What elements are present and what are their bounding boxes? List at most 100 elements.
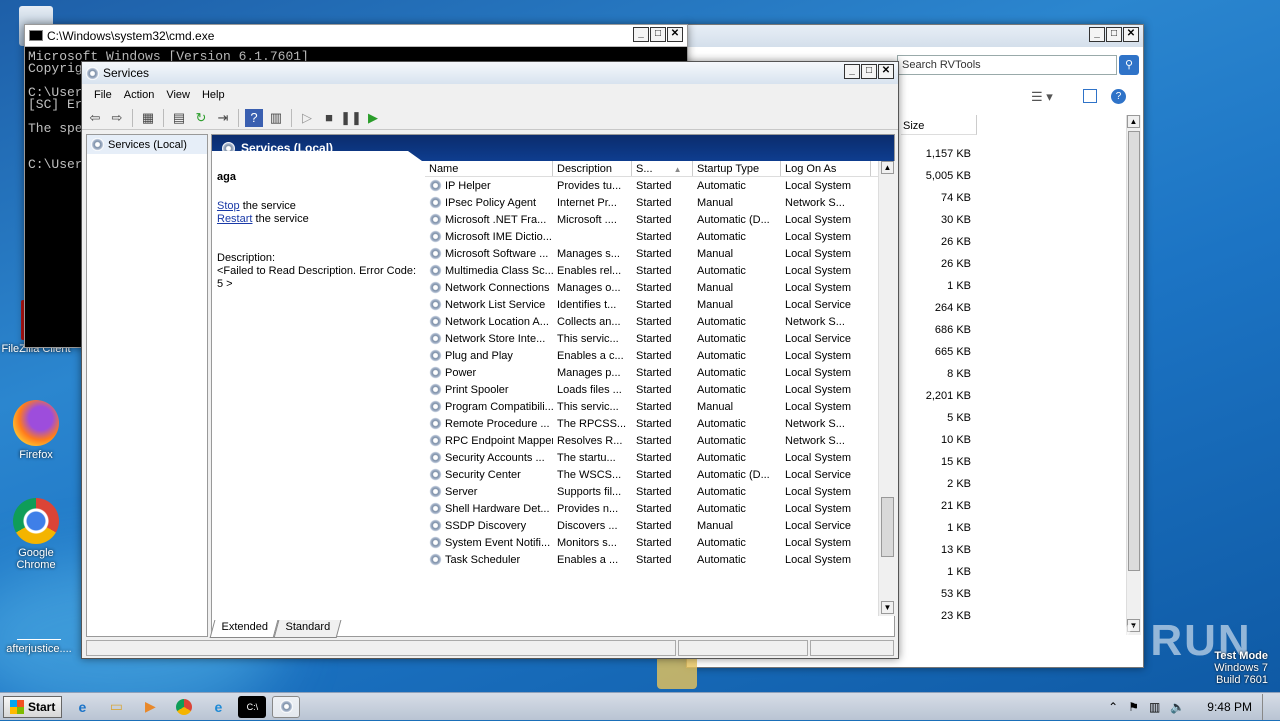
firefox-icon[interactable]: Firefox [0, 400, 72, 461]
tray-expand-icon[interactable]: ⌃ [1108, 700, 1118, 714]
table-row[interactable]: Task Scheduler Enables a ... Started Automa… [425, 551, 895, 568]
services-titlebar[interactable]: Services _ □ ✕ [82, 62, 898, 84]
table-row[interactable]: Server Supports fil... Started Automatic Loc… [425, 483, 895, 500]
table-row[interactable]: RPC Endpoint Mapper Resolves R... Started A… [425, 432, 895, 449]
media-player-taskbar-icon[interactable]: ▶ [136, 696, 164, 718]
clock[interactable]: 9:48 PM [1207, 700, 1252, 714]
console-tree-icon[interactable]: ▦ [139, 109, 157, 127]
services-taskbar-icon[interactable] [272, 695, 301, 718]
table-row[interactable]: Program Compatibili... This servic... Star… [425, 398, 895, 415]
cmd-taskbar-icon[interactable]: C:\ [238, 695, 267, 718]
rvtools-titlebar[interactable]: _ □ ✕ [687, 25, 1143, 47]
export-icon[interactable]: ⇥ [214, 109, 232, 127]
restart-service-icon[interactable]: ▶ [364, 109, 382, 127]
table-row[interactable]: Plug and Play Enables a c... Started Automa… [425, 347, 895, 364]
rvtools-scrollbar[interactable]: ▲ ▼ [1126, 115, 1141, 635]
table-row[interactable]: IPsec Policy Agent Internet Pr... Started M… [425, 194, 895, 211]
table-row[interactable]: IP Helper Provides tu... Started Automatic L… [425, 177, 895, 194]
search-icon[interactable]: ⚲ [1119, 55, 1139, 75]
service-name-cell: Security Center [425, 468, 553, 481]
table-row[interactable]: Microsoft Software ... Manages s... Starte… [425, 245, 895, 262]
file-icon[interactable]: afterjustice.... [0, 620, 78, 655]
edge-taskbar-icon[interactable]: e [204, 696, 232, 718]
chrome-taskbar-icon[interactable] [170, 696, 198, 718]
table-row[interactable]: Network Connections Manages o... Started Ma… [425, 279, 895, 296]
table-row[interactable]: System Event Notifi... Monitors s... Start… [425, 534, 895, 551]
forward-icon[interactable]: ⇨ [108, 109, 126, 127]
cmd-titlebar[interactable]: C:\Windows\system32\cmd.exe _ □ ✕ [25, 25, 687, 47]
show-desktop-button[interactable] [1262, 694, 1272, 720]
network-icon[interactable]: ▥ [1149, 700, 1160, 714]
minimize-icon[interactable]: _ [1089, 27, 1105, 42]
restart-service-link[interactable]: Restart [217, 213, 252, 225]
table-row[interactable]: Security Accounts ... The startu... Starte… [425, 449, 895, 466]
table-row[interactable]: Shell Hardware Det... Provides n... Starte… [425, 500, 895, 517]
help-icon[interactable]: ? [245, 108, 263, 127]
preview-pane-icon[interactable] [1083, 89, 1097, 103]
table-row[interactable]: Remote Procedure ... The RPCSS... Started A… [425, 415, 895, 432]
back-icon[interactable]: ⇦ [86, 109, 104, 127]
flag-icon[interactable]: ⚑ [1128, 700, 1139, 714]
service-gear-icon [429, 264, 442, 277]
size-column-header[interactable]: Size [901, 115, 977, 135]
table-row[interactable]: SSDP Discovery Discovers ... Started Manual… [425, 517, 895, 534]
menu-file[interactable]: File [88, 89, 118, 101]
service-startup-type: Manual [697, 400, 734, 413]
menu-action[interactable]: Action [118, 89, 161, 101]
service-startup-type: Automatic [697, 417, 746, 430]
stop-service-link[interactable]: Stop [217, 200, 240, 212]
column-log-on-as[interactable]: Log On As [781, 161, 871, 176]
search-input[interactable]: Search RVTools [897, 55, 1117, 75]
properties-icon[interactable]: ▤ [170, 109, 188, 127]
table-row[interactable]: Network Store Inte... This servic... Start… [425, 330, 895, 347]
maximize-icon[interactable]: □ [650, 27, 666, 42]
stop-service-icon[interactable]: ■ [320, 109, 338, 127]
service-name: Task Scheduler [445, 553, 521, 566]
minimize-icon[interactable]: _ [633, 27, 649, 42]
chrome-icon[interactable]: Google Chrome [0, 498, 72, 571]
tree-item-services-local[interactable]: Services (Local) [87, 135, 207, 154]
maximize-icon[interactable]: □ [1106, 27, 1122, 42]
close-icon[interactable]: ✕ [667, 27, 683, 42]
column-status[interactable]: S... ▲ [632, 161, 693, 176]
scroll-thumb[interactable] [881, 497, 894, 557]
service-log-on-as: Local System [785, 536, 852, 549]
view-options-icon[interactable]: ☰ ▾ [1031, 89, 1053, 105]
table-row[interactable]: Multimedia Class Sc... Enables rel... Star… [425, 262, 895, 279]
help-icon[interactable]: ? [1111, 89, 1126, 104]
table-row[interactable]: Network Location A... Collects an... Start… [425, 313, 895, 330]
volume-icon[interactable]: 🔈 [1170, 700, 1185, 714]
column-name[interactable]: Name [425, 161, 553, 176]
pause-service-icon[interactable]: ❚❚ [340, 109, 362, 127]
table-row[interactable]: Power Manages p... Started Automatic Local S… [425, 364, 895, 381]
start-button[interactable]: Start [3, 695, 63, 718]
scroll-thumb[interactable] [1128, 131, 1140, 571]
table-row[interactable]: Network List Service Identifies t... Start… [425, 296, 895, 313]
tab-extended[interactable]: Extended [209, 620, 279, 638]
scroll-up-icon[interactable]: ▲ [1127, 115, 1140, 128]
refresh-icon[interactable]: ↻ [192, 109, 210, 127]
ie-taskbar-icon[interactable]: e [68, 696, 96, 718]
maximize-icon[interactable]: □ [861, 64, 877, 79]
menu-view[interactable]: View [160, 89, 196, 101]
services-window[interactable]: Services _ □ ✕ File Action View Help ⇦ ⇨… [81, 61, 899, 659]
column-description[interactable]: Description [553, 161, 632, 176]
column-startup-type[interactable]: Startup Type [693, 161, 781, 176]
close-icon[interactable]: ✕ [878, 64, 894, 79]
menu-help[interactable]: Help [196, 89, 231, 101]
scroll-down-icon[interactable]: ▼ [881, 601, 894, 614]
service-name: Network Store Inte... [445, 332, 546, 345]
show-hide-icon[interactable]: ▥ [267, 109, 285, 127]
scroll-up-icon[interactable]: ▲ [881, 161, 894, 174]
table-row[interactable]: Microsoft .NET Fra... Microsoft .... Start… [425, 211, 895, 228]
table-row[interactable]: Print Spooler Loads files ... Started Autom… [425, 381, 895, 398]
tab-standard[interactable]: Standard [274, 620, 342, 638]
explorer-taskbar-icon[interactable]: ▭ [102, 696, 130, 718]
start-service-icon[interactable]: ▷ [298, 109, 316, 127]
table-row[interactable]: Microsoft IME Dictio... Started Automatic L… [425, 228, 895, 245]
minimize-icon[interactable]: _ [844, 64, 860, 79]
list-scrollbar[interactable]: ▲ ▼ [878, 161, 895, 616]
close-icon[interactable]: ✕ [1123, 27, 1139, 42]
table-row[interactable]: Security Center The WSCS... Started Automat… [425, 466, 895, 483]
service-log-on-as: Local Service [785, 468, 852, 481]
